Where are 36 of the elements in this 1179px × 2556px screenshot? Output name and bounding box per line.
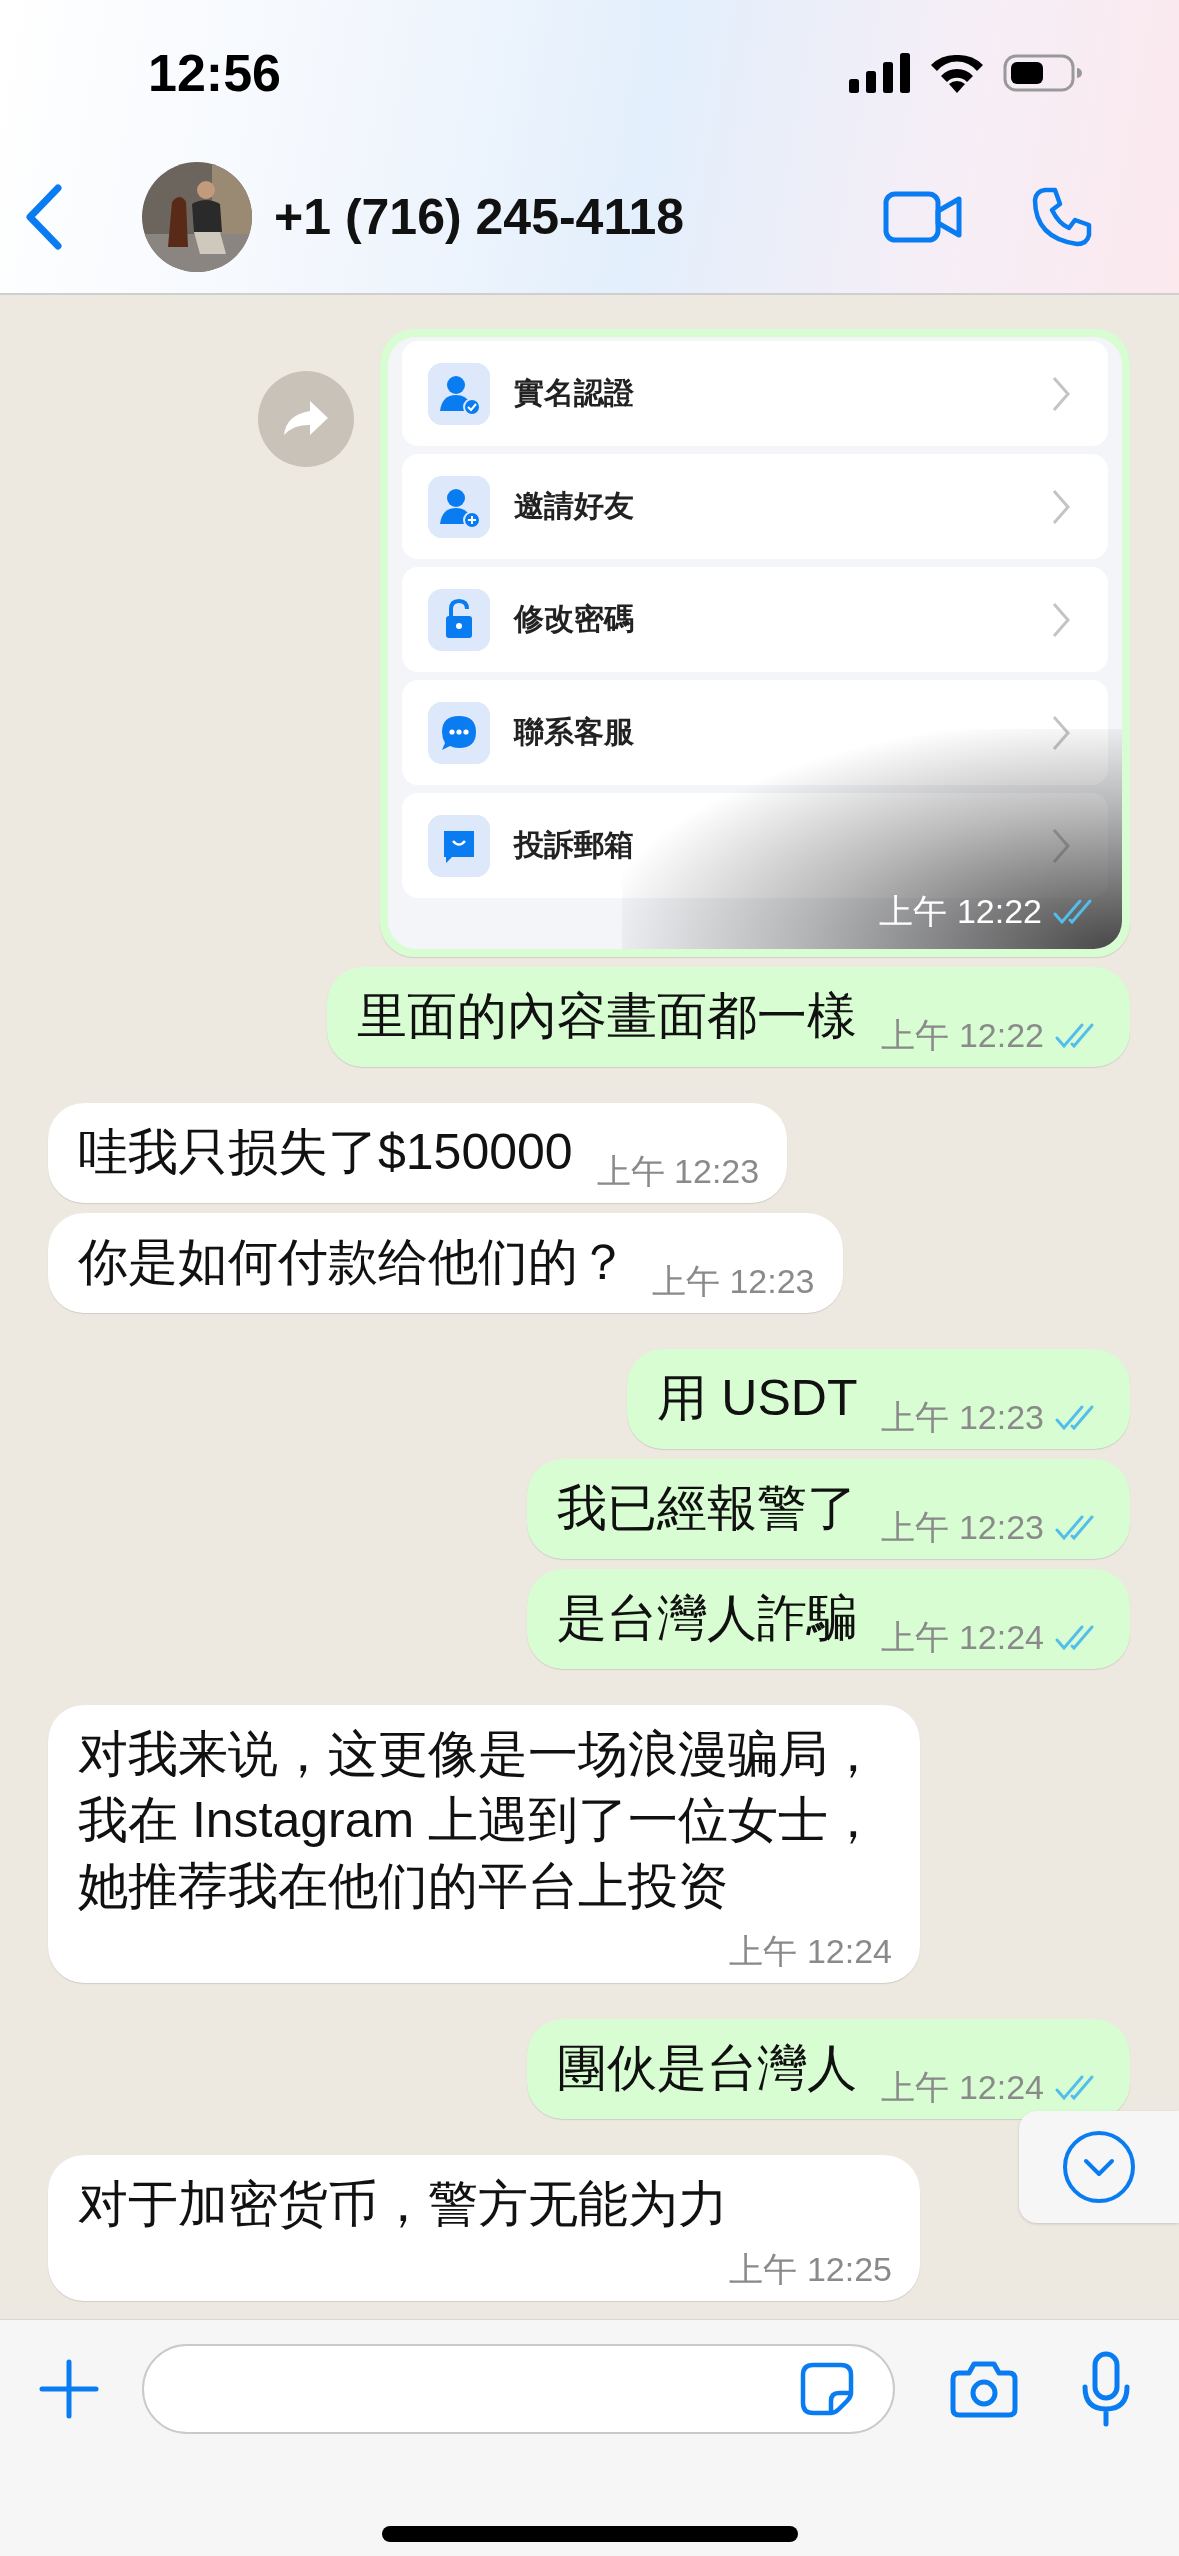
message-time: 上午 12:22 — [879, 891, 1042, 932]
message-time: 上午 12:24 — [881, 2067, 1044, 2108]
message-text: 里面的內容畫面都一樣 — [357, 987, 858, 1046]
contact-name[interactable]: +1 (716) 245-4118 — [274, 187, 883, 246]
message-text: 对于加密货币，警方无能为力 — [78, 2175, 728, 2234]
video-call-icon[interactable] — [883, 190, 963, 243]
battery-icon — [1003, 53, 1083, 93]
message-time: 上午 12:23 — [596, 1151, 760, 1192]
wifi-icon — [929, 53, 985, 93]
message-time: 上午 12:23 — [881, 1397, 1044, 1438]
message-time: 上午 12:23 — [652, 1261, 815, 1302]
message-text: 是台灣人詐騙 — [557, 1589, 858, 1648]
message-time: 上午 12:22 — [881, 1015, 1044, 1056]
menu-label: 邀請好友 — [514, 488, 635, 524]
signal-icon — [849, 53, 911, 93]
microphone-icon[interactable] — [1081, 2351, 1131, 2427]
menu-label: 實名認證 — [514, 375, 635, 411]
message-text: 我已經報警了 — [557, 1479, 858, 1538]
menu-label: 修改密碼 — [514, 601, 635, 637]
status-time: 12:56 — [148, 43, 281, 103]
message-text: 用 USDT — [657, 1369, 858, 1428]
message-time: 上午 12:24 — [881, 1617, 1044, 1658]
message-time: 上午 12:25 — [729, 2249, 892, 2290]
message-time: 上午 12:24 — [729, 1931, 892, 1972]
phone-call-icon[interactable] — [1031, 185, 1093, 248]
message-text: 你是如何付款给他们的？ — [78, 1233, 628, 1292]
menu-label: 聯系客服 — [514, 714, 635, 750]
message-time: 上午 12:23 — [881, 1507, 1044, 1548]
menu-label: 投訴郵箱 — [514, 827, 635, 863]
add-icon[interactable] — [38, 2358, 100, 2420]
message-text: 團伙是台灣人 — [557, 2039, 858, 2098]
sticker-icon[interactable] — [799, 2361, 855, 2417]
message-text: 哇我只损失了$150000 — [78, 1123, 573, 1182]
camera-icon[interactable] — [949, 2359, 1019, 2419]
scroll-down-button[interactable] — [1019, 2111, 1179, 2223]
message-text: 对我来说，这更像是一场浪漫骗局，我在 Instagram 上遇到了一位女士，她推荐我在他们的平台上投资 — [78, 1725, 880, 1916]
